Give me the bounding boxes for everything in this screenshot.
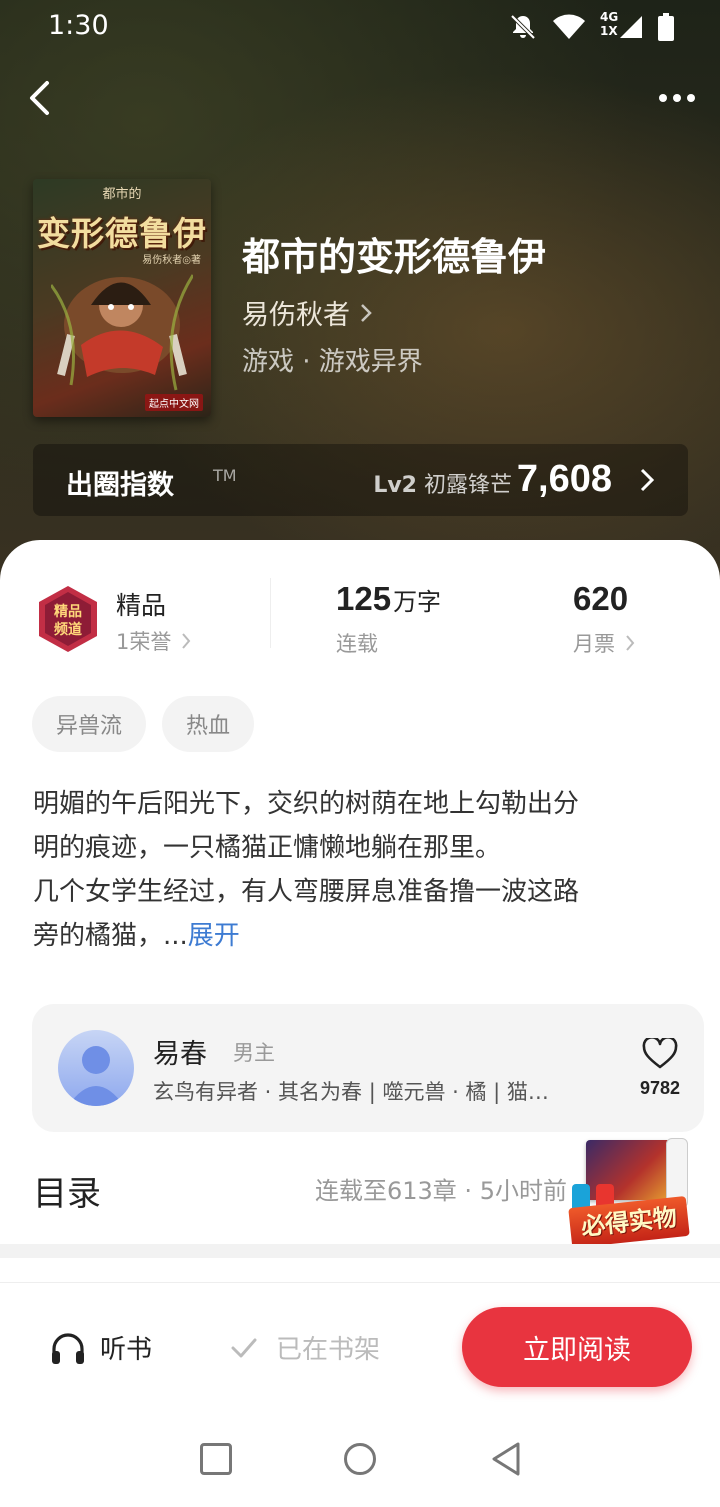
nav-back-triangle-icon[interactable] [490,1441,522,1477]
avatar [58,1030,134,1106]
chevron-right-icon [640,468,654,492]
toc-title[interactable]: 目录 [33,1166,101,1215]
expand-link[interactable]: 展开 [188,921,240,951]
status-icons: 4G 1X [508,10,674,44]
level-name: 初露锋芒 [423,473,512,498]
influence-index-label: 出圈指数 [66,470,174,501]
back-button[interactable] [18,76,62,120]
influence-index-value: 7,608 [516,458,612,500]
cover-title-art: 变形德鲁伊 [37,214,207,253]
character-description: 玄鸟有异者 · 其名为春 | 噬元兽 · 橘 | 猫… [153,1080,549,1104]
character-role: 男主 [233,1041,275,1065]
check-icon [231,1338,257,1357]
system-navigation-bar [0,1412,720,1507]
cover-author-text: 易伤秋者◎著 [142,255,201,266]
toc-update-info[interactable]: 连载至613章 · 5小时前 [315,1171,567,1206]
user-silhouette-icon [68,1046,124,1106]
influence-level: Lv2 初露锋芒 [373,467,512,499]
status-time: 1:30 [48,10,109,41]
honors-link[interactable]: 1荣誉 [116,626,191,656]
book-title: 都市的变形德鲁伊 [242,235,547,279]
book-header: 1:30 4G 1X 都市的 变形德鲁伊 易伤秋者◎著 起点中文网 都市的变形德… [0,0,720,600]
chevron-right-icon [361,303,372,322]
stat-divider [270,578,271,648]
listen-button[interactable]: 听书 [50,1329,152,1366]
home-button[interactable] [344,1443,376,1475]
author-name: 易伤秋者 [242,300,350,331]
synopsis-last-line: 旁的橘猫，...展开 [33,914,683,958]
monthly-votes-label: 月票 [573,632,615,656]
battery-icon [658,13,674,41]
book-cover[interactable]: 都市的 变形德鲁伊 易伤秋者◎著 起点中文网 [33,179,211,417]
word-count-number: 125 [336,580,392,617]
svg-text:频道: 频道 [54,621,82,638]
synopsis-line: 明的痕迹，一只橘猫正慵懒地躺在那里。 [33,833,502,863]
serial-status: 连载 [336,632,378,656]
mute-bell-icon [508,12,538,42]
read-now-button[interactable]: 立即阅读 [462,1307,692,1387]
heart-icon[interactable] [642,1038,678,1070]
cover-publisher: 起点中文网 [145,394,203,411]
word-count: 125 万字 [336,580,441,618]
monthly-votes-number: 620 [573,580,629,617]
cover-top-text: 都市的 [102,187,142,202]
tag-list: 异兽流 热血 [32,696,255,752]
bottom-action-bar: 听书 已在书架 立即阅读 [0,1282,720,1412]
section-divider [0,1244,720,1258]
monthly-votes-link[interactable]: 月票 [573,628,635,658]
synopsis: 明媚的午后阳光下，交织的树荫在地上勾勒出分 明的痕迹，一只橘猫正慵懒地躺在那里。… [33,782,683,958]
synopsis-line: 明媚的午后阳光下，交织的树荫在地上勾勒出分 [33,789,580,819]
more-dots-icon [659,94,667,102]
recent-apps-button[interactable] [200,1443,232,1475]
trademark-mark: TM [213,466,237,485]
tag-chip[interactable]: 异兽流 [32,696,147,752]
influence-index-bar[interactable]: 出圈指数 TM Lv2 初露锋芒 7,608 [33,444,688,516]
cellular-signal-icon: 4G 1X [600,10,644,42]
sim-label: 1X [600,24,618,38]
honors-count: 1荣誉 [116,630,172,654]
tag-chip[interactable]: 热血 [162,696,255,752]
more-options-button[interactable] [652,78,702,118]
status-bar: 1:30 4G 1X [0,0,720,54]
on-shelf-button[interactable]: 已在书架 [230,1329,380,1366]
synopsis-line: 旁的橘猫，... [33,921,188,951]
quality-badge-icon[interactable]: 精品 频道 [35,584,101,654]
wifi-icon [552,13,586,41]
network-type-label: 4G [600,10,619,24]
quality-title: 精品 [116,591,167,620]
author-link[interactable]: 易伤秋者 [242,293,372,332]
chevron-left-icon [30,81,49,115]
on-shelf-label: 已在书架 [276,1335,381,1365]
cover-illustration [51,274,193,391]
character-card[interactable]: 易春 男主 玄鸟有异者 · 其名为春 | 噬元兽 · 橘 | 猫… 9782 [32,1004,704,1132]
svg-text:精品: 精品 [54,603,82,620]
chevron-right-icon [626,635,635,651]
level-code: Lv2 [373,473,417,498]
promo-floating-badge[interactable]: 必得实物 [566,1138,694,1249]
listen-label: 听书 [100,1335,153,1365]
book-genre[interactable]: 游戏 · 游戏异界 [242,341,423,378]
synopsis-line: 几个女学生经过，有人弯腰屏息准备撸一波这路 [33,877,580,907]
word-count-unit: 万字 [393,588,442,616]
character-name: 易春 [153,1039,207,1070]
chevron-right-icon [182,633,191,649]
headphones-icon [52,1332,84,1364]
like-count: 9782 [639,1078,680,1098]
